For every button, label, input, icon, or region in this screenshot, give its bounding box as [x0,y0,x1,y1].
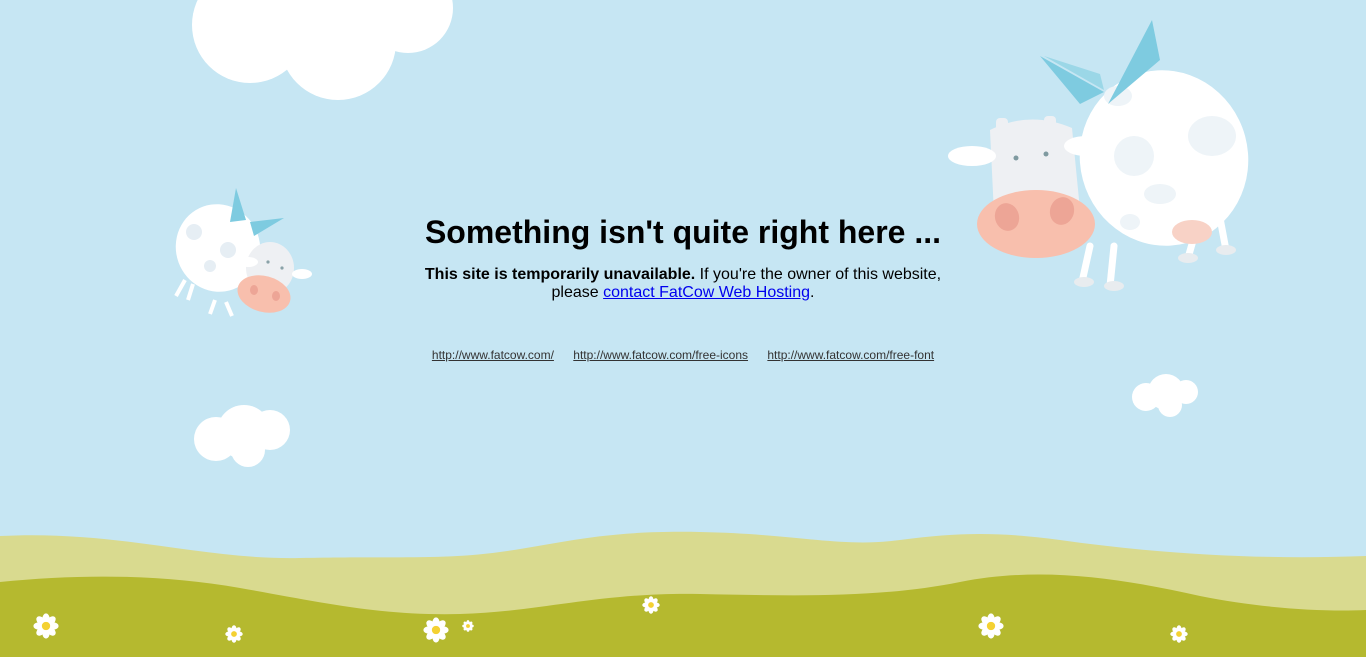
background-scene [0,0,1366,657]
fatcow-home-link[interactable]: http://www.fatcow.com/ [432,348,554,362]
cloud-icon [1132,374,1198,417]
message-end: . [810,284,815,301]
daisy-icon [1170,625,1188,643]
cloud-icon [194,405,290,467]
contact-fatcow-link[interactable]: contact FatCow Web Hosting [603,284,810,301]
unavailable-notice: This site is temporarily unavailable. [424,266,696,283]
cloud-icon [192,0,453,100]
daisy-icon [423,617,449,643]
daisy-icon [462,620,474,632]
main-content: Something isn't quite right here ... Thi… [0,212,1366,302]
daisy-icon [978,613,1004,639]
daisy-icon [642,596,660,614]
fatcow-free-font-link[interactable]: http://www.fatcow.com/free-font [767,348,934,362]
daisy-icon [33,613,59,639]
fatcow-free-icons-link[interactable]: http://www.fatcow.com/free-icons [573,348,748,362]
footer-links: http://www.fatcow.com/ http://www.fatcow… [0,348,1366,362]
unavailable-message: This site is temporarily unavailable. If… [413,266,953,302]
page-headline: Something isn't quite right here ... [424,214,942,250]
daisy-icon [225,625,243,643]
